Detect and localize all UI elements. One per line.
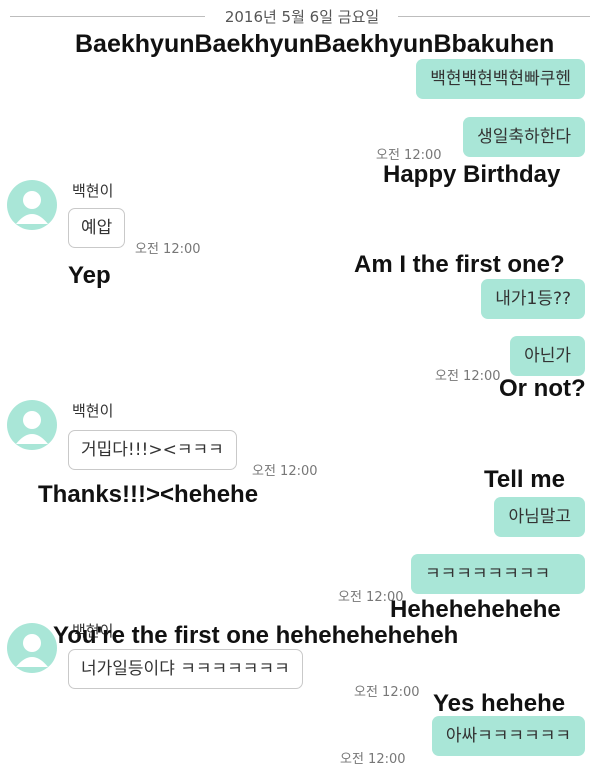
caption-8: Hehehehehehe [390,596,561,623]
my-message-bubble[interactable]: ㅋㅋㅋㅋㅋㅋㅋㅋ [411,554,585,594]
caption-7: Tell me [484,466,565,493]
message-time: 오전 12:00 [354,685,420,700]
contact-avatar[interactable] [7,623,57,673]
caption-10: Yes hehehe [433,690,566,717]
message-time: 오전 12:00 [435,369,501,384]
person-silhouette-icon [16,634,48,667]
caption-4: Am I the first one? [354,251,565,278]
contact-message-bubble[interactable]: 너가일등이댜 ㅋㅋㅋㅋㅋㅋㅋ [68,649,303,689]
contact-message-bubble[interactable]: 거밉다!!!><ㅋㅋㅋ [68,430,237,470]
my-message-bubble[interactable]: 아님말고 [494,497,585,537]
caption-1: BaekhyunBaekhyunBaekhyunBbakuhen [75,30,555,58]
my-message-bubble[interactable]: 아싸ㅋㅋㅋㅋㅋㅋ [431,716,585,756]
contact-avatar[interactable] [7,400,57,450]
contact-avatar[interactable] [7,180,57,230]
my-message-bubble[interactable]: 생일축하한다 [463,117,585,157]
message-time: 오전 12:00 [135,242,201,257]
caption-9: You're the first one heheheheheheh [53,622,459,649]
contact-message-bubble[interactable]: 예압 [68,208,126,248]
date-divider-left [10,16,205,17]
date-divider-right [398,16,590,17]
person-silhouette-icon [16,191,48,224]
caption-3: Yep [68,262,111,289]
sender-name: 백현이 [72,182,114,200]
message-time: 오전 12:00 [252,464,318,479]
my-message-bubble[interactable]: 백현백현백현빠쿠헨 [416,59,585,99]
caption-5: Or not? [499,375,586,402]
sender-name: 백현이 [72,402,114,420]
caption-2: Happy Birthday [383,161,561,188]
my-message-bubble[interactable]: 아닌가 [510,336,585,376]
date-separator: 2016년 5월 6일 금요일 [224,8,380,26]
message-time: 오전 12:00 [340,752,406,767]
person-silhouette-icon [16,411,48,444]
caption-6: Thanks!!!><hehehe [38,481,259,508]
my-message-bubble[interactable]: 내가1등?? [481,279,585,319]
